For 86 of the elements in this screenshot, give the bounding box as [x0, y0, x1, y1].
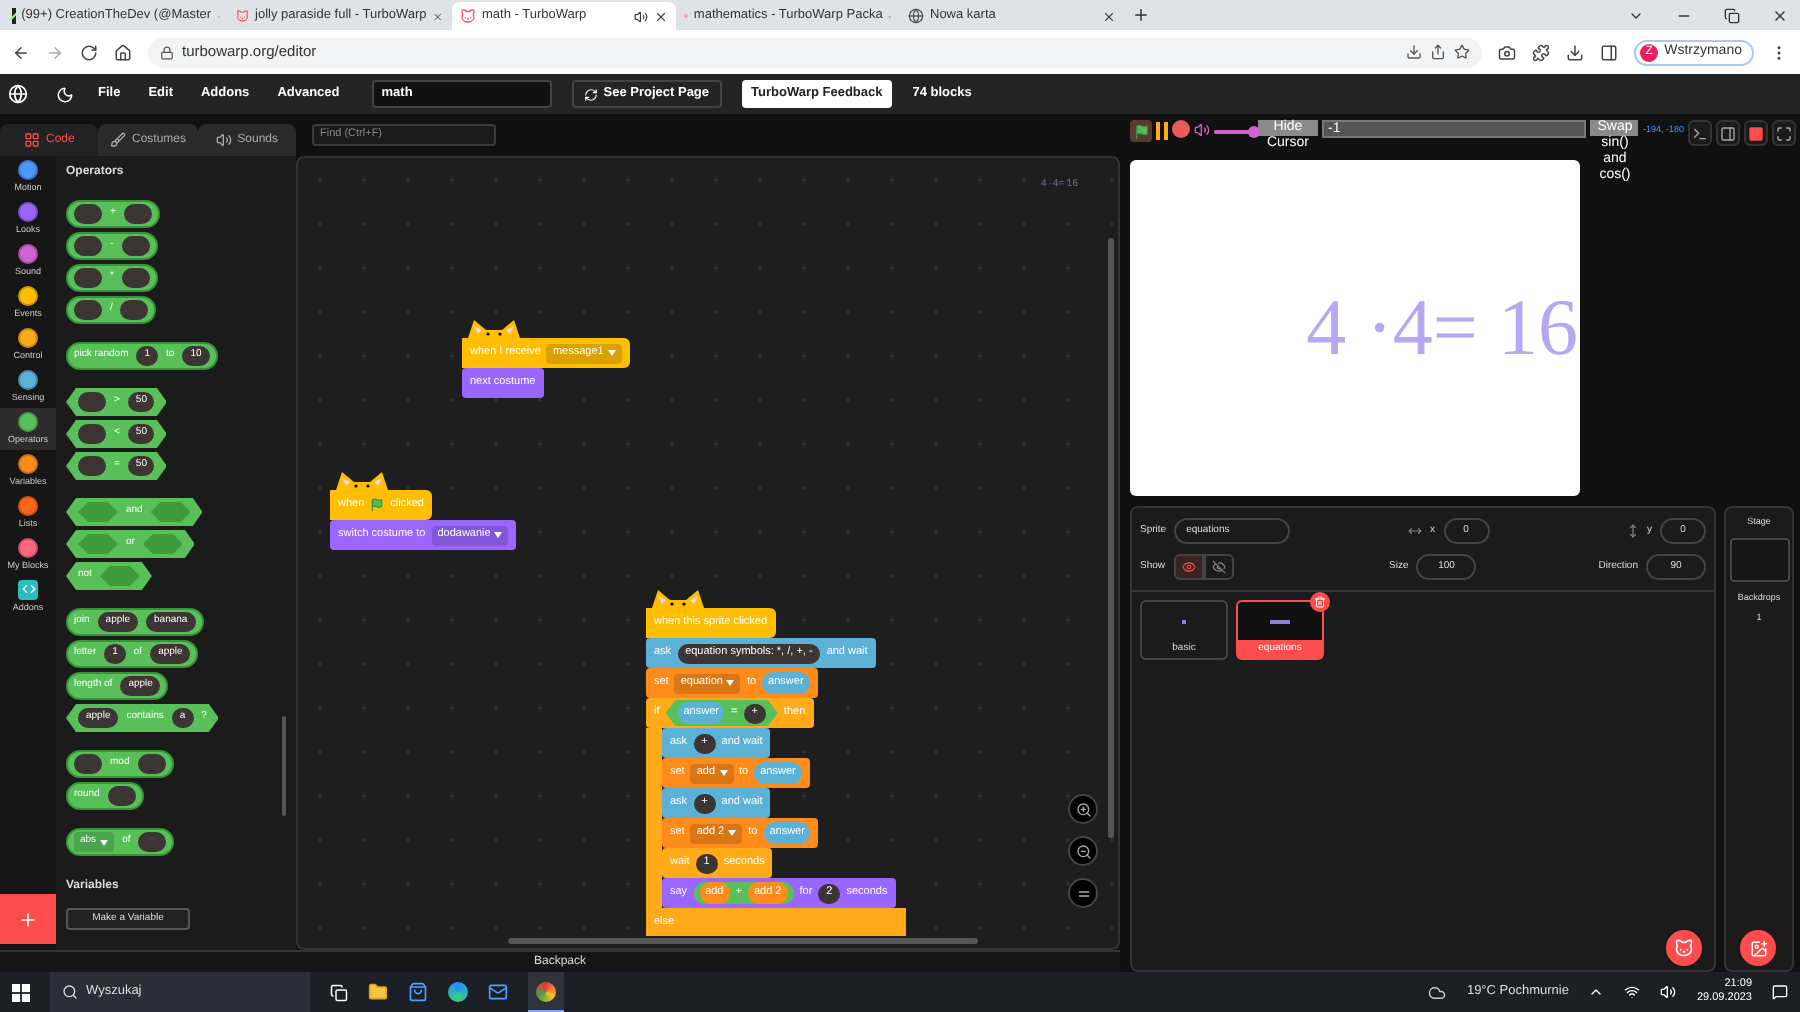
stop-button[interactable] [1172, 120, 1190, 138]
share-icon[interactable] [1430, 44, 1447, 60]
caret-icon [494, 532, 503, 538]
cat-icon [236, 8, 250, 24]
caret-icon [100, 839, 109, 845]
terminal-icon [1692, 125, 1708, 141]
flag-icon [370, 498, 385, 512]
cat-ears-drawing [650, 588, 706, 608]
large-stage-button[interactable] [1744, 120, 1768, 146]
zoom-out-icon [1075, 843, 1091, 859]
eye-off-icon [1211, 560, 1226, 574]
equals-icon [1075, 885, 1091, 901]
caret-icon [726, 680, 735, 686]
cat-ears-drawing [334, 470, 390, 490]
close-icon[interactable] [1772, 8, 1788, 24]
brush-icon [109, 132, 126, 148]
browser-icon[interactable] [448, 982, 468, 1002]
caret-icon [607, 350, 616, 356]
scrollbar [282, 716, 286, 816]
fullscreen-button[interactable] [1772, 120, 1796, 146]
trash-icon [1314, 596, 1326, 608]
fullscreen-icon [1776, 125, 1792, 141]
stage-text: 4 ·4= 16 [1306, 280, 1578, 376]
network-icon[interactable] [1624, 984, 1641, 1000]
theme-icon[interactable] [56, 85, 74, 103]
image-icon [1749, 939, 1767, 957]
reload-icon[interactable] [80, 43, 98, 61]
cat-ears-drawing [466, 318, 522, 338]
caret-icon [728, 830, 737, 836]
cat-icon [460, 8, 476, 24]
zoom-in-icon [1075, 801, 1091, 817]
hide-button[interactable] [1203, 554, 1234, 580]
add-sprite-button[interactable] [1666, 930, 1702, 966]
install-icon[interactable] [1406, 44, 1423, 60]
delete-button[interactable] [1310, 592, 1330, 612]
horizontal-arrows-icon [1408, 524, 1422, 538]
new-tab-icon[interactable] [1132, 6, 1150, 24]
zoom-out-button[interactable] [1068, 836, 1098, 866]
notifications-icon[interactable] [1772, 984, 1788, 1000]
volume-icon[interactable] [1660, 984, 1677, 1000]
cat-icon [1674, 938, 1694, 958]
cloud-icon [1428, 983, 1447, 1001]
camera-icon[interactable] [1498, 43, 1517, 61]
caret-icon [719, 770, 728, 776]
browser-icon [536, 981, 556, 1001]
back-icon[interactable] [12, 43, 30, 61]
plus-icon [18, 909, 38, 929]
search-icon [62, 984, 78, 1000]
windows-logo-icon[interactable] [12, 983, 30, 1001]
eye-icon [1181, 560, 1196, 574]
add-backdrop-button[interactable] [1740, 930, 1776, 966]
star-icon[interactable] [1454, 44, 1471, 60]
folder-icon[interactable] [368, 982, 388, 1002]
home-icon[interactable] [114, 43, 132, 61]
language-icon[interactable] [8, 84, 28, 104]
restore-icon[interactable] [1724, 8, 1740, 24]
refresh-icon [583, 87, 598, 101]
extension-icon[interactable] [1532, 43, 1551, 61]
console-button[interactable] [1688, 120, 1712, 146]
browser-taskbar-button[interactable] [528, 972, 564, 1012]
close-icon[interactable] [1102, 9, 1116, 23]
small-stage-button[interactable] [1716, 120, 1740, 146]
download-icon[interactable] [1566, 43, 1585, 61]
blocks-icon [23, 132, 40, 148]
task-view-icon[interactable] [330, 983, 348, 1001]
volume-icon [1194, 122, 1210, 138]
flag-icon [1133, 123, 1149, 139]
side-panel-icon[interactable] [1600, 43, 1619, 61]
square-icon [1748, 125, 1764, 141]
close-icon[interactable] [654, 9, 668, 23]
show-button[interactable] [1173, 554, 1204, 580]
tab-search-icon[interactable] [1628, 8, 1644, 24]
reset-zoom-button[interactable] [1068, 878, 1098, 908]
backdrop-thumbnail [1729, 537, 1789, 582]
panel-icon [1720, 125, 1736, 141]
speaker-icon [634, 9, 648, 23]
tray-icon[interactable] [1588, 984, 1605, 1000]
run-button[interactable] [1130, 120, 1152, 142]
zoom-in-button[interactable] [1068, 794, 1098, 824]
store-icon[interactable] [408, 982, 428, 1002]
lock-icon[interactable] [160, 45, 174, 59]
mail-icon[interactable] [488, 982, 508, 1002]
globe-icon [908, 8, 924, 24]
pause-button[interactable] [1156, 120, 1168, 142]
vertical-arrows-icon [1625, 524, 1639, 538]
speaker-icon [215, 132, 232, 148]
